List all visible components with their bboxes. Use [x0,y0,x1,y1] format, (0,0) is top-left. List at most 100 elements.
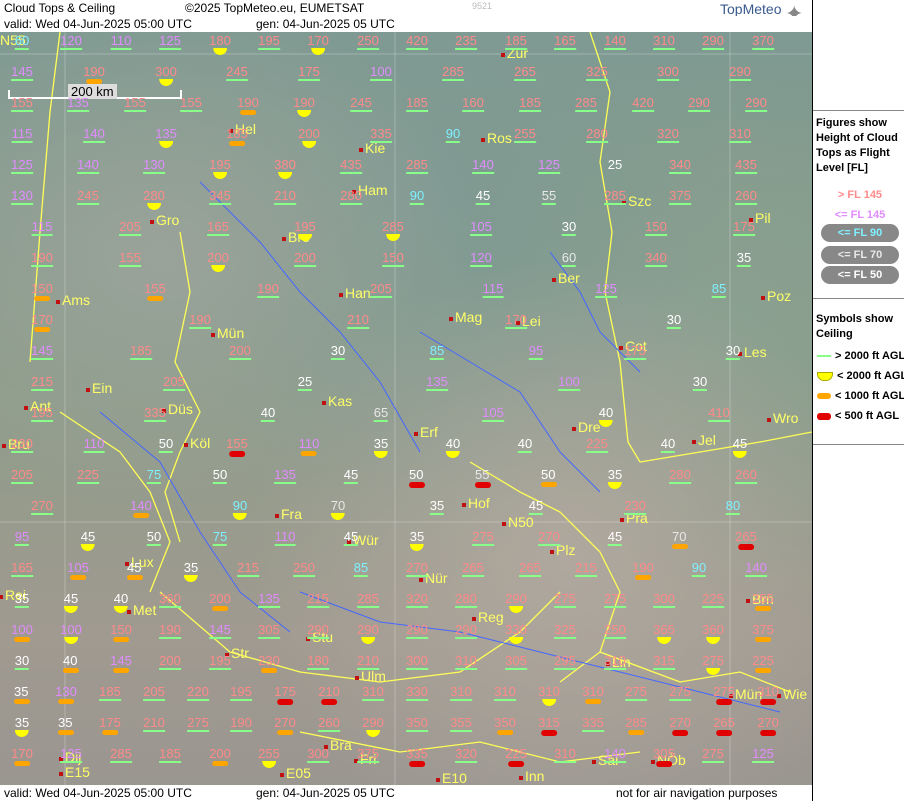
ceiling-symbol [370,296,392,298]
cloud-top-value: 205 [143,684,165,701]
ceiling-symbol [60,761,82,763]
cloud-top-value: 50 [212,467,228,484]
cloud-top-value: 175 [624,343,646,360]
ceiling-symbol [237,575,259,577]
ceiling-symbol [67,110,89,112]
cloud-top-value: 420 [632,95,654,112]
ceiling-symbol [541,203,557,205]
ceiling-symbol [187,699,209,701]
ceiling-symbol [554,761,576,763]
cloud-top-value: 135 [274,467,296,484]
cloud-top-value: 255 [514,126,536,143]
cloud-top-value: 420 [406,33,428,50]
ceiling-symbol [353,575,369,577]
cloud-top-value: 285 [406,157,428,174]
cloud-top-value: 345 [209,188,231,205]
cloud-top-value: 130 [143,157,165,174]
cloud-top-value: 60 [561,250,577,267]
cloud-top-value: 350 [406,715,428,732]
cloud-top-value: 170 [505,312,527,329]
ceiling-symbol [429,358,445,360]
cloud-top-value: 200 [207,251,229,272]
ceiling-symbol [233,513,247,520]
tops-legend-item: <= FL 50 [821,266,899,284]
cloud-top-value: 115 [482,281,504,298]
cloud-top-value: 125 [60,746,82,763]
cloud-top-value: 30 [14,653,30,670]
cloud-top-value: 355 [450,715,472,732]
ceiling-symbol [340,203,362,205]
ceiling-symbol [274,482,296,484]
ceiling-symbol [445,141,461,143]
cloud-top-value: 200 [209,592,231,611]
cloud-top-value: 275 [702,746,724,763]
ceiling-symbol [373,420,389,422]
cloud-top-value: 190 [257,281,279,298]
ceiling-symbol [77,482,99,484]
ceiling-symbol [14,668,30,670]
ceiling-symbol [708,420,730,422]
cloud-top-value: 35 [58,716,74,735]
cloud-top-value: 205 [163,374,185,391]
city-marker [24,406,28,410]
legend-panel: Figures show Height of Cloud Tops as Fli… [812,0,904,801]
ceiling-symbol [159,606,181,608]
city-label: Kas [328,393,353,409]
ceiling-symbol [63,637,78,644]
ceiling-symbol [729,79,751,81]
cloud-top-value: 190 [83,65,105,84]
cloud-top-value: 45 [343,529,359,546]
cloud-top-value: 305 [505,653,527,670]
cloud-top-value: 310 [653,33,675,50]
cloud-top-value: 155 [124,95,146,112]
cloud-top-value: 170 [11,747,33,766]
city-marker [620,518,624,522]
city-label: Str [231,645,249,661]
cloud-top-value: 120 [470,250,492,267]
ceiling-symbol [482,296,504,298]
ceiling-symbol [702,761,724,763]
tops-legend-title: Figures show Height of Cloud Tops as Fli… [816,117,898,174]
ceiling-symbol [258,606,280,608]
ceiling-symbol [159,668,181,670]
ceiling-symbol [119,234,141,236]
city-label: E15 [65,764,90,780]
cloud-top-value: 100 [558,374,580,391]
ceiling-symbol [258,637,280,639]
cloud-top-value: 215 [575,560,597,577]
city-label: Wie [783,686,808,702]
cloud-top-value: 230 [258,654,280,673]
ceiling-symbol [406,606,428,608]
ceiling-symbol [475,482,491,488]
cloud-top-value: 285 [382,220,404,241]
ceiling-symbol [657,79,679,81]
ceiling-symbol [472,544,494,546]
cloud-top-value: 150 [382,250,404,267]
ceiling-symbol [541,699,556,706]
cloud-top-value: 280 [455,591,477,608]
cloud-top-value: 195 [230,684,252,701]
ceiling-symbol [11,451,33,453]
ceiling-symbol [212,172,227,179]
city-label: Ros [487,130,512,146]
ceiling-symbol [33,327,50,332]
cloud-top-value: 290 [357,623,379,644]
cloud-top-value: 285 [110,746,132,763]
cloud-top-value: 30 [725,343,741,360]
cloud-top-value: 135 [426,374,448,391]
ceiling-symbol [736,265,752,267]
cloud-top-value: 195 [31,405,53,422]
cloud-top-value: 35 [14,591,30,608]
city-marker [414,432,418,436]
ceiling-symbol [230,699,252,701]
ceiling-symbol [146,544,162,546]
title-bar: Cloud Tops & Ceiling ©2025 TopMeteo.eu, … [0,0,812,26]
cloud-top-value: 95 [528,343,544,360]
cloud-top-value: 250 [293,560,315,577]
cloud-top-value: 205 [370,281,392,298]
satellite-map[interactable]: 200 km KieRosHelHamSzcGroBrePilBerPozAms… [0,32,812,785]
city-label: Dre [578,419,601,435]
cloud-top-value: 155 [144,282,166,301]
cloud-top-value: 45 [64,592,78,613]
copyright: ©2025 TopMeteo.eu, EUMETSAT [185,1,365,15]
